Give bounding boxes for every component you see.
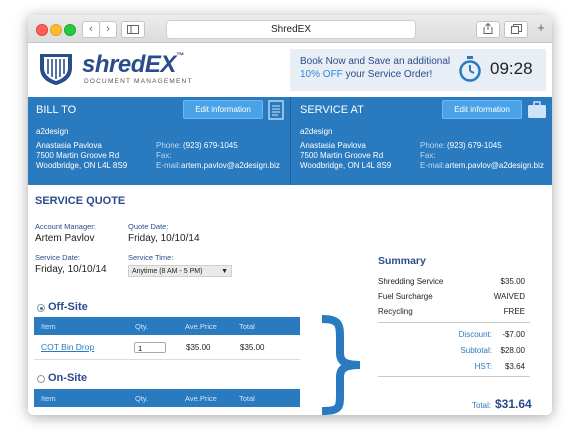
countdown-timer: 09:28	[490, 59, 533, 78]
off-site-table-header: Item Qty. Ave.Price Total	[34, 317, 300, 335]
promo-banner: Book Now and Save an additional 10% OFF …	[290, 49, 546, 91]
service-at-email: artem.pavlov@a2design.biz	[445, 161, 544, 170]
summary-panel: Summary Shredding Service $35.00 Fuel Su…	[375, 255, 552, 387]
briefcase-icon	[528, 101, 546, 118]
share-button[interactable]	[476, 21, 500, 38]
on-site-title: On-Site	[48, 372, 88, 384]
quote-date-value: Friday, 10/10/14	[128, 233, 200, 244]
service-at-title: SERVICE AT	[300, 104, 364, 116]
minimize-window-button[interactable]	[50, 24, 62, 36]
account-manager-label: Account Manager:	[35, 222, 96, 231]
brand-name: shredEX™	[82, 51, 184, 78]
back-button[interactable]: ‹	[82, 21, 100, 38]
off-site-title: Off-Site	[48, 301, 88, 313]
summary-title: Summary	[378, 255, 426, 267]
new-tab-button[interactable]: +	[534, 21, 548, 36]
address-bar[interactable]: ShredEX	[166, 20, 416, 39]
tabs-button[interactable]	[504, 21, 528, 38]
service-date-value: Friday, 10/10/14	[35, 264, 107, 275]
shield-logo-icon	[40, 54, 72, 85]
on-site-table-header: Item Qty. Ave.Price Total	[34, 389, 300, 407]
promo-offer: 10% OFF your Service Order!	[300, 69, 433, 80]
service-quote-title: SERVICE QUOTE	[35, 195, 126, 207]
total-value: $31.64	[495, 397, 532, 411]
document-icon	[268, 100, 284, 120]
service-at-phone: (923) 679-1045	[447, 141, 502, 150]
bill-to-panel: a2design Anastasia Pavlova 7500 Martin G…	[28, 123, 290, 185]
service-date-label: Service Date:	[35, 253, 81, 262]
brand-tagline: DOCUMENT MANAGEMENT	[84, 78, 193, 85]
promo-text: Book Now and Save an additional	[300, 56, 451, 67]
summary-divider	[378, 322, 530, 323]
discount-value: -$7.00	[502, 330, 525, 339]
tabs-icon	[510, 24, 522, 34]
bill-to-email: artem.pavlov@a2design.biz	[181, 161, 280, 170]
browser-toolbar: ‹ › ShredEX +	[28, 15, 552, 43]
close-window-button[interactable]	[36, 24, 48, 36]
quote-date-label: Quote Date:	[128, 222, 169, 231]
hst-value: $3.64	[504, 362, 525, 371]
service-at-edit-button[interactable]: Edit information	[442, 100, 522, 119]
bill-to-edit-button[interactable]: Edit information	[183, 100, 263, 119]
service-time-label: Service Time:	[128, 253, 174, 262]
sidebar-icon	[127, 25, 139, 34]
maximize-window-button[interactable]	[64, 24, 76, 36]
header: shredEX™ DOCUMENT MANAGEMENT Book Now an…	[28, 43, 552, 95]
row-divider	[34, 359, 300, 360]
quantity-input[interactable]: 1	[134, 342, 166, 353]
browser-window: ‹ › ShredEX + shredEX™ DOCUMENT MANAGEME…	[28, 15, 552, 415]
forward-button[interactable]: ›	[99, 21, 117, 38]
subtotal-value: $28.00	[500, 346, 525, 355]
service-time-select[interactable]: Anytime (8 AM - 5 PM) ▼	[128, 265, 232, 277]
bill-to-phone: (923) 679-1045	[183, 141, 238, 150]
total-label: Total:	[472, 401, 492, 410]
dropdown-arrow-icon: ▼	[221, 268, 228, 275]
share-icon	[483, 22, 493, 34]
bill-to-title: BILL TO	[36, 104, 77, 116]
service-at-panel: a2design Anastasia Pavlova 7500 Martin G…	[291, 123, 552, 185]
stopwatch-icon	[459, 56, 481, 82]
cot-bin-drop-link[interactable]: COT Bin Drop	[41, 342, 94, 352]
sidebar-toggle-button[interactable]	[121, 21, 145, 38]
off-site-radio[interactable]	[37, 304, 45, 312]
brace-icon	[321, 315, 361, 415]
on-site-radio[interactable]	[37, 375, 45, 383]
account-manager-value: Artem Pavlov	[35, 233, 95, 244]
